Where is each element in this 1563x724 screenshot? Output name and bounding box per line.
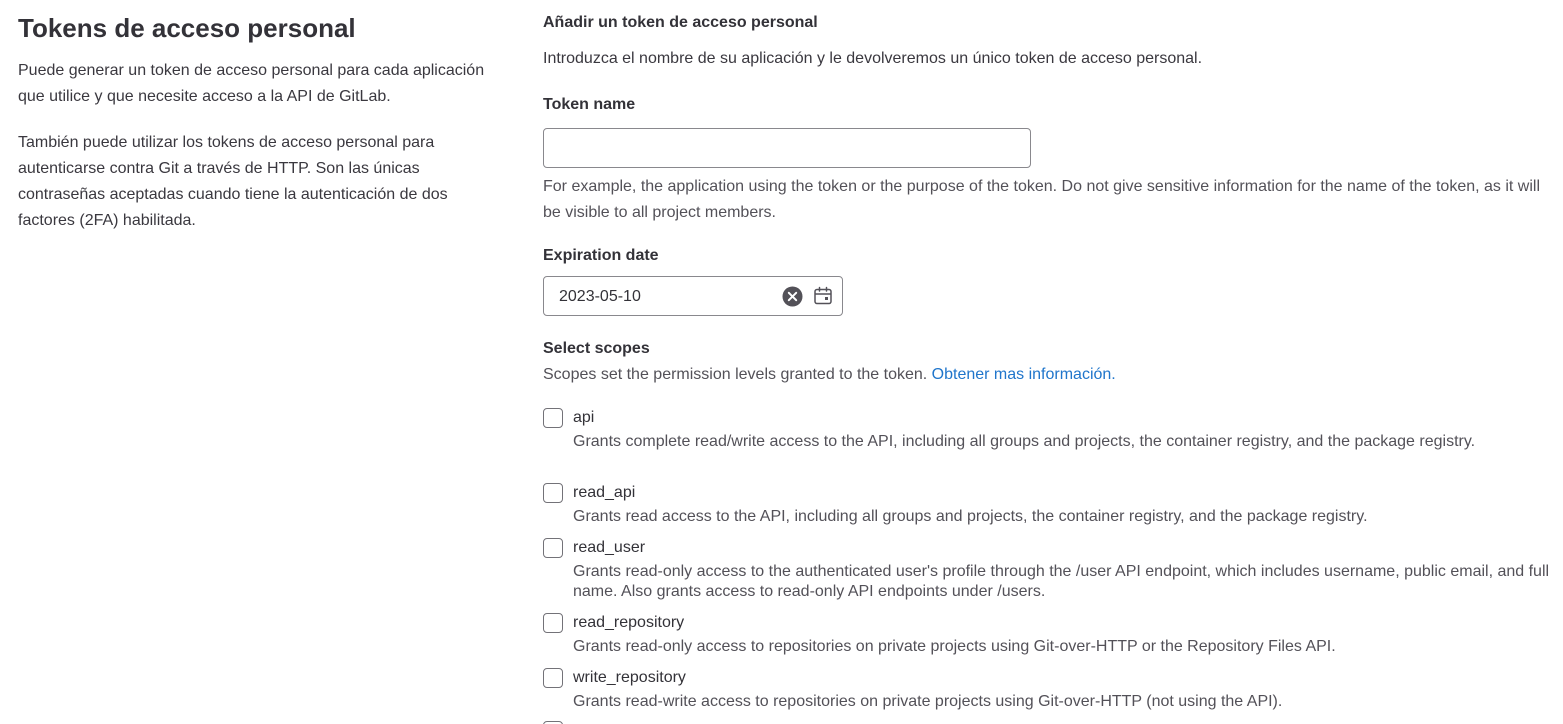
scope-name-read-api[interactable]: read_api [573,482,635,504]
scope-checkbox-read-user[interactable] [543,538,563,558]
scope-description-read-user: Grants read-only access to the authentic… [573,563,1550,600]
select-scopes-label: Select scopes [543,340,650,357]
expiration-date-label: Expiration date [543,247,659,264]
scope-description-write-repository: Grants read-write access to repositories… [573,693,1283,710]
scope-name-api[interactable]: api [573,407,594,429]
scope-description-read-repository: Grants read-only access to repositories … [573,638,1336,655]
scope-checkbox-read-repository[interactable] [543,613,563,633]
token-name-input[interactable] [543,128,1031,168]
personal-access-tokens-page: Tokens de acceso personal Puede generar … [0,0,1563,724]
scopes-description: Scopes set the permission levels granted… [543,364,1116,386]
form-section-description: Introduzca el nombre de su aplicación y … [543,50,1203,67]
scope-name-read-repository[interactable]: read_repository [573,612,684,634]
clear-date-icon[interactable] [782,286,803,307]
intro-paragraph-1: Puede generar un token de acceso persona… [18,62,485,105]
calendar-icon[interactable] [813,286,833,306]
expiration-date-value: 2023-05-10 [559,288,641,305]
token-name-label: Token name [543,96,636,113]
expiration-date-input[interactable]: 2023-05-10 [543,276,843,316]
scope-name-read-user[interactable]: read_user [573,537,645,559]
learn-more-link[interactable]: Obtener mas información. [932,366,1116,383]
scope-checkbox-write-repository[interactable] [543,668,563,688]
intro-column: Tokens de acceso personal Puede generar … [18,0,508,234]
form-section-title: Añadir un token de acceso personal [543,14,818,31]
intro-paragraph-2: También puede utilizar los tokens de acc… [18,134,448,229]
scopes-description-text: Scopes set the permission levels granted… [543,366,928,383]
scope-description-api: Grants complete read/write access to the… [573,433,1476,450]
scope-checkbox-api[interactable] [543,408,563,428]
scope-description-read-api: Grants read access to the API, including… [573,508,1368,525]
scope-name-write-repository[interactable]: write_repository [573,667,686,689]
scope-checkbox-read-api[interactable] [543,483,563,503]
page-title: Tokens de acceso personal [18,13,356,43]
token-name-help: For example, the application using the t… [543,178,1541,221]
